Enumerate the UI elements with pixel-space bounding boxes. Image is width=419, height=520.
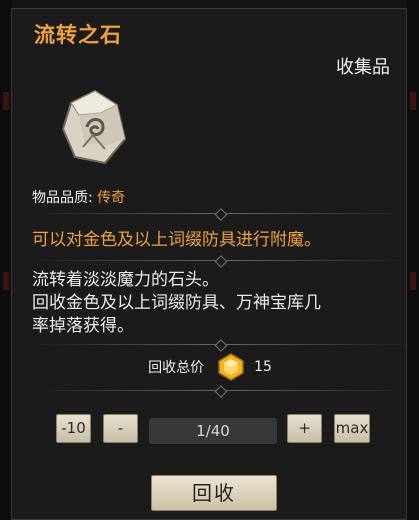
background-marker [3, 92, 9, 110]
max-button[interactable]: max [334, 414, 370, 443]
plus-button[interactable]: + [287, 414, 322, 443]
stone-rune-icon [61, 89, 127, 165]
item-description: 流转着淡淡魔力的石头。 回收金色及以上词缀防具、万神宝库几 率掉落获得。 [32, 269, 412, 338]
divider [32, 385, 410, 398]
divider [32, 208, 410, 221]
minus-button[interactable]: - [103, 414, 138, 443]
recycle-total-row: 回收总价 15 [12, 352, 408, 382]
quality-value: 传奇 [97, 190, 126, 206]
quantity-display[interactable]: 1/40 [149, 418, 277, 444]
item-name: 流转之石 [34, 23, 122, 47]
quality-label: 物品品质: [32, 190, 93, 206]
item-description-line-1: 流转着淡淡魔力的石头。 [32, 270, 219, 290]
item-description-line-3: 率掉落获得。 [32, 316, 134, 336]
background-marker [3, 272, 9, 290]
item-tooltip-panel: 流转之石 收集品 物品品质: 传奇 可以对金色及以上词缀防具进行附魔。 流转着淡… [11, 8, 410, 520]
background-marker [410, 92, 416, 110]
recycle-button[interactable]: 回收 [151, 475, 277, 511]
minus-10-button[interactable]: -10 [56, 414, 91, 443]
divider [32, 255, 410, 268]
item-category: 收集品 [336, 57, 390, 78]
item-description-line-2: 回收金色及以上词缀防具、万神宝库几 [32, 293, 321, 313]
recycle-total-label: 回收总价 [148, 360, 205, 376]
item-effect: 可以对金色及以上词缀防具进行附魔。 [32, 230, 321, 250]
quality-row: 物品品质: 传奇 [32, 188, 125, 208]
divider [32, 339, 410, 352]
gold-gem-icon [218, 353, 244, 381]
recycle-total-value: 15 [254, 359, 272, 375]
